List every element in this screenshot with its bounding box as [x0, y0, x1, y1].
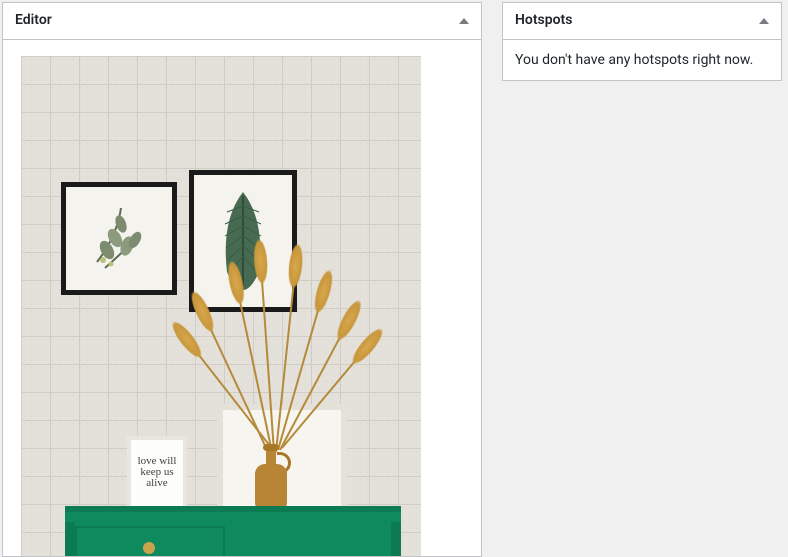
collapse-up-icon — [459, 18, 469, 24]
collapse-up-icon — [759, 18, 769, 24]
banana-leaf-icon — [205, 186, 281, 296]
hotspots-panel: Hotspots You don't have any hotspots rig… — [502, 2, 782, 81]
editor-image[interactable]: love will keep us alive — [21, 56, 421, 556]
editor-panel: Editor — [2, 2, 482, 557]
editor-panel-header[interactable]: Editor — [3, 3, 481, 40]
hotspots-panel-header[interactable]: Hotspots — [503, 3, 781, 40]
drawer-knob — [143, 542, 155, 554]
eucalyptus-icon — [77, 196, 161, 280]
small-frame-text: love will keep us alive — [138, 456, 177, 489]
picture-frame-left — [61, 182, 177, 295]
picture-frame-small: love will keep us alive — [127, 436, 187, 510]
hotspots-panel-title: Hotspots — [515, 11, 572, 31]
editor-panel-body: love will keep us alive — [3, 40, 481, 556]
editor-panel-title: Editor — [15, 11, 52, 31]
hotspots-panel-body: You don't have any hotspots right now. — [503, 40, 781, 80]
hotspots-empty-message: You don't have any hotspots right now. — [515, 52, 769, 68]
